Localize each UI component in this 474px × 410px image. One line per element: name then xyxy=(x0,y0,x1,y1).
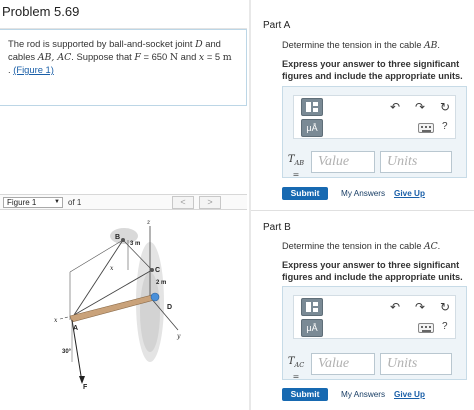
redo-icon[interactable]: ↷ xyxy=(415,100,425,114)
part-b-math-toolbar: μÅ ↶ ↷ ↻ ? xyxy=(293,295,456,339)
units-button[interactable]: μÅ xyxy=(301,119,323,137)
part-b-instructions: Express your answer to three significant… xyxy=(282,260,463,282)
keyboard-icon[interactable] xyxy=(418,123,434,133)
part-a-math-toolbar: μÅ ↶ ↷ ↻ ? xyxy=(293,95,456,139)
part-a-my-answers-link[interactable]: My Answers xyxy=(341,189,385,198)
part-a-submit-button[interactable]: Submit xyxy=(282,187,328,200)
problem-description: The rod is supported by ball-and-socket … xyxy=(8,38,232,75)
rod-cable-diagram: B 3 m z x C 2 m D x A y 30° F xyxy=(54,219,181,391)
part-a-value-input[interactable]: Value xyxy=(311,151,375,173)
templates-icon[interactable] xyxy=(301,298,323,316)
label-x-dimension: x xyxy=(110,265,114,272)
part-a-units-input[interactable]: Units xyxy=(380,151,452,173)
part-b-variable-label: TAC = xyxy=(287,356,305,381)
part-a-title: Part A xyxy=(263,20,291,31)
label-d: D xyxy=(167,304,172,311)
label-x-axis: x xyxy=(54,317,58,324)
part-b-my-answers-link[interactable]: My Answers xyxy=(341,390,385,399)
label-30-degrees: 30° xyxy=(62,349,72,355)
part-a: Part A Determine the tension in the cabl… xyxy=(251,0,474,206)
part-b-question: Determine the tension in the cable AC. xyxy=(282,241,441,252)
undo-icon[interactable]: ↶ xyxy=(390,100,400,114)
figure-count: of 1 xyxy=(68,198,82,207)
undo-icon[interactable]: ↶ xyxy=(390,300,400,314)
help-icon[interactable]: ? xyxy=(442,321,448,332)
reset-icon[interactable]: ↻ xyxy=(440,100,450,114)
part-b-submit-button[interactable]: Submit xyxy=(282,388,328,401)
problem-panel: Problem 5.69 The rod is supported by bal… xyxy=(0,0,247,410)
part-a-variable-label: TAB = xyxy=(287,154,305,179)
label-2m: 2 m xyxy=(156,280,166,286)
label-y: y xyxy=(176,333,181,340)
keyboard-icon[interactable] xyxy=(418,323,434,333)
problem-description-box: The rod is supported by ball-and-socket … xyxy=(0,29,247,106)
part-a-question: Determine the tension in the cable AB. xyxy=(282,40,440,51)
figure-navigation-bar: Figure 1 ▼ of 1 < > xyxy=(0,194,247,210)
figure-image: B 3 m z x C 2 m D x A y 30° F xyxy=(0,212,247,410)
templates-icon[interactable] xyxy=(301,98,323,116)
label-f: F xyxy=(83,384,88,391)
part-a-instructions: Express your answer to three significant… xyxy=(282,59,463,81)
part-b: Part B Determine the tension in the cabl… xyxy=(251,210,474,410)
label-b: B xyxy=(115,234,120,241)
prev-figure-button[interactable]: < xyxy=(172,196,194,209)
part-b-value-input[interactable]: Value xyxy=(311,353,375,375)
part-b-answer-box: μÅ ↶ ↷ ↻ ? TAC = Value Units xyxy=(282,286,467,381)
label-z: z xyxy=(146,219,151,226)
part-b-title: Part B xyxy=(263,222,291,233)
part-b-give-up-link[interactable]: Give Up xyxy=(394,390,425,399)
chevron-down-icon: ▼ xyxy=(54,199,60,205)
figure-link[interactable]: (Figure 1) xyxy=(13,64,54,75)
label-c: C xyxy=(155,267,160,274)
next-figure-button[interactable]: > xyxy=(199,196,221,209)
units-button[interactable]: μÅ xyxy=(301,319,323,337)
problem-title: Problem 5.69 xyxy=(2,4,80,19)
part-a-give-up-link[interactable]: Give Up xyxy=(394,189,425,198)
figure-select[interactable]: Figure 1 ▼ xyxy=(3,197,63,208)
label-3m: 3 m xyxy=(130,241,140,247)
label-a: A xyxy=(73,325,78,332)
part-b-units-input[interactable]: Units xyxy=(380,353,452,375)
help-icon[interactable]: ? xyxy=(442,121,448,132)
part-a-answer-box: μÅ ↶ ↷ ↻ ? TAB = Value Units xyxy=(282,86,467,179)
redo-icon[interactable]: ↷ xyxy=(415,300,425,314)
parts-panel: Part A Determine the tension in the cabl… xyxy=(251,0,474,410)
reset-icon[interactable]: ↻ xyxy=(440,300,450,314)
